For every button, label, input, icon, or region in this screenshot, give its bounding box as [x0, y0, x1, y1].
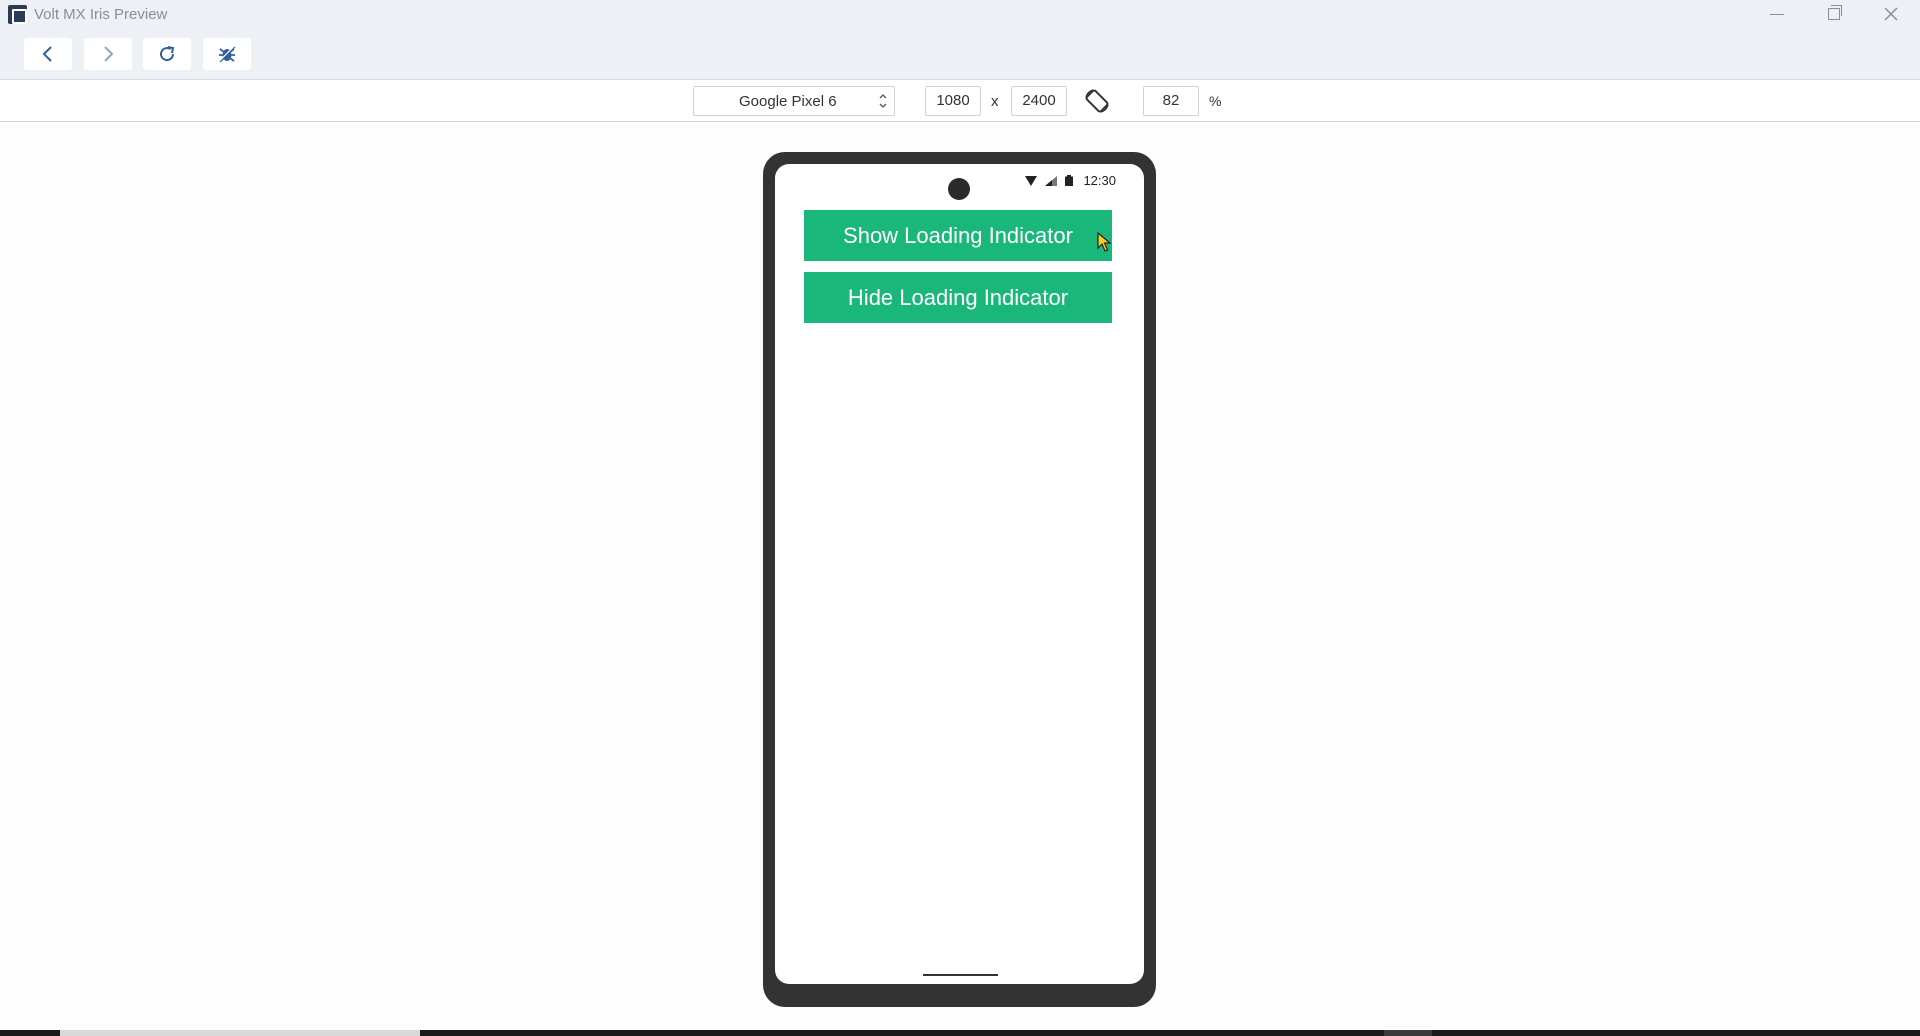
app-logo-icon — [8, 5, 27, 24]
battery-icon — [1065, 175, 1074, 186]
debug-button[interactable] — [203, 38, 251, 70]
toolbar — [0, 28, 1920, 80]
bug-icon — [218, 45, 236, 63]
chevron-left-icon — [42, 46, 52, 62]
status-bar: 12:30 — [1025, 173, 1116, 188]
home-indicator — [923, 974, 998, 976]
taskbar-segment — [1384, 1030, 1432, 1036]
phone-screen: 12:30 Show Loading Indicator Hide Loadin… — [775, 164, 1144, 984]
camera-cutout — [948, 178, 970, 200]
title-bar: Volt MX Iris Preview — [0, 0, 1920, 28]
chevron-right-icon — [104, 46, 114, 62]
signal-icon — [1045, 175, 1058, 186]
device-select[interactable]: Google Pixel 6 — [693, 86, 895, 116]
width-input[interactable]: 1080 — [925, 86, 981, 116]
dimension-separator: x — [991, 93, 999, 110]
wifi-icon — [1025, 175, 1038, 186]
zoom-unit: % — [1209, 93, 1222, 109]
taskbar-segment — [60, 1030, 420, 1036]
back-button[interactable] — [24, 38, 72, 70]
forward-button[interactable] — [84, 38, 132, 70]
restore-icon — [1828, 5, 1842, 20]
close-icon — [1884, 7, 1898, 21]
close-button[interactable] — [1863, 0, 1919, 28]
window-title: Volt MX Iris Preview — [34, 6, 168, 23]
reload-button[interactable] — [143, 38, 191, 70]
height-input[interactable]: 2400 — [1011, 86, 1067, 116]
device-bar: Google Pixel 6 1080 x 2400 82 % — [0, 80, 1920, 122]
show-loading-indicator-button[interactable]: Show Loading Indicator — [804, 210, 1112, 261]
device-select-value: Google Pixel 6 — [739, 93, 837, 110]
minimize-icon — [1770, 13, 1784, 15]
mouse-cursor-icon — [1097, 232, 1111, 252]
rotate-device-icon[interactable] — [1083, 87, 1111, 115]
minimize-button[interactable] — [1749, 0, 1805, 28]
status-time: 12:30 — [1083, 173, 1116, 188]
hide-loading-indicator-button[interactable]: Hide Loading Indicator — [804, 272, 1112, 323]
zoom-input[interactable]: 82 — [1143, 86, 1199, 116]
refresh-icon — [160, 46, 175, 62]
restore-button[interactable] — [1806, 0, 1862, 28]
phone-frame: 12:30 Show Loading Indicator Hide Loadin… — [763, 152, 1156, 1007]
spinner-arrows-icon — [879, 94, 887, 108]
taskbar-strip — [0, 1030, 1920, 1036]
